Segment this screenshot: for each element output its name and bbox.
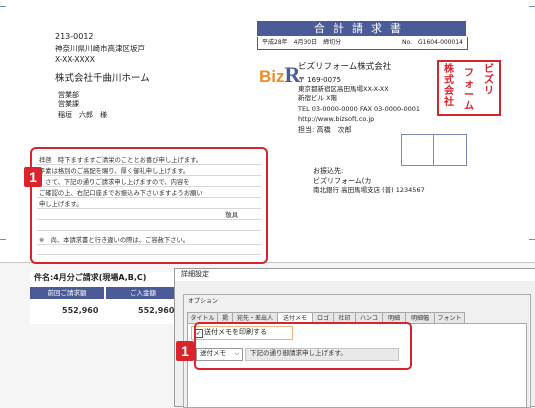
issuer-url: http://www.bizsoft.co.jp <box>298 115 375 123</box>
message-line: さて、下記の通りご請求申し上げますので、内容を <box>39 179 190 186</box>
callout-badge: 1 <box>176 341 194 361</box>
message-line: 拝啓 時下ますますご清栄のこととお喜び申し上げます。 <box>39 157 203 164</box>
dialog-titlebar: 詳細設定 <box>175 269 535 281</box>
recipient-address-line1: 神奈川県川崎市高津区坂戸 <box>55 44 145 53</box>
issuer-address1: 東京都新宿区高田馬場XX-X-XX <box>298 85 389 93</box>
cover-message-box: 拝啓 時下ますますご清栄のこととお喜び申し上げます。 平素は格別のご高配を賜り、… <box>30 147 268 264</box>
summary-header-prev-billed: 前回ご請求額 <box>30 287 104 299</box>
bank-account-name: ビズリフォーム(カ <box>313 177 372 185</box>
invoice-title: 合計請求書 <box>257 21 466 36</box>
invoice-summary: 件名:4月分ご請求(現場A,B,C) 前回ご請求額 ご入金額 552,960 5… <box>30 272 180 324</box>
recipient-dept: 営業部 <box>58 91 79 99</box>
message-line: ご確認の上、右記口座までお振込み下さいますようお願い <box>39 190 203 197</box>
summary-header-received: ご入金額 <box>106 287 180 299</box>
stamp-box <box>401 134 435 166</box>
message-line: 平素は格別のご高配を賜り、厚く御礼申し上げます。 <box>39 168 190 175</box>
stamp-box <box>433 134 467 166</box>
fold-mark <box>529 6 535 7</box>
message-line: 申し上げます。 <box>39 201 83 208</box>
recipient-company: 株式会社千曲川ホーム <box>55 73 150 84</box>
message-footnote: ※ 尚、本請求書と行き違いの際は、ご容赦下さい。 <box>39 237 190 244</box>
options-group-label: オプション <box>188 298 219 305</box>
invoice-preview: 213-0012 神奈川県川崎市高津区坂戸 X-XX-XXXX 株式会社千曲川ホ… <box>0 0 535 264</box>
company-seal-stamp: 株式会社 フォーム ビズリ <box>437 60 501 116</box>
recipient-postal: 213-0012 <box>55 32 94 41</box>
issuer-contact: 担当: 高橋 次郎 <box>298 126 352 134</box>
company-logo: BizR <box>259 62 300 87</box>
invoice-subject: 件名:4月分ご請求(現場A,B,C) <box>34 273 147 282</box>
fold-mark <box>0 239 6 240</box>
issuer-postal: 〒 169-0075 <box>298 76 341 84</box>
recipient-address-line2: X-XX-XXXX <box>55 55 95 64</box>
issuer-phone-fax: TEL 03-0000-0000 FAX 03-0000-0001 <box>298 105 421 113</box>
summary-value-prev-billed: 552,960 <box>62 306 99 315</box>
summary-value-received: 552,960 <box>138 306 175 315</box>
recipient-section: 営業課 <box>58 100 79 108</box>
highlight-frame <box>194 322 412 370</box>
invoice-info-row: 平成28年 4月30日 締切分 No. G1604-000014 <box>257 37 468 50</box>
fold-mark <box>529 239 535 240</box>
fold-mark <box>0 6 6 7</box>
logo-biz-text: Biz <box>259 67 285 86</box>
detail-settings-dialog: 詳細設定 オプション タイトル 掲 宛先・差出人 送付メモ ロゴ 社印 ハンコ … <box>174 268 535 408</box>
issuer-address2: 新宿ビル X階 <box>298 94 338 102</box>
invoice-date: 平成28年 4月30日 締切分 <box>262 39 342 46</box>
dialog-title: 詳細設定 <box>181 270 209 278</box>
message-closing: 敬具 <box>225 212 238 219</box>
bank-label: お振込先: <box>313 167 344 175</box>
issuer-name: ビズリフォーム株式会社 <box>298 62 392 72</box>
recipient-person: 稲垣 六郎 様 <box>58 111 107 119</box>
callout-badge: 1 <box>24 167 42 187</box>
bank-account: 南北銀行 高田馬場支店 (普) 1234567 <box>313 186 425 194</box>
invoice-number: No. G1604-000014 <box>402 39 463 46</box>
